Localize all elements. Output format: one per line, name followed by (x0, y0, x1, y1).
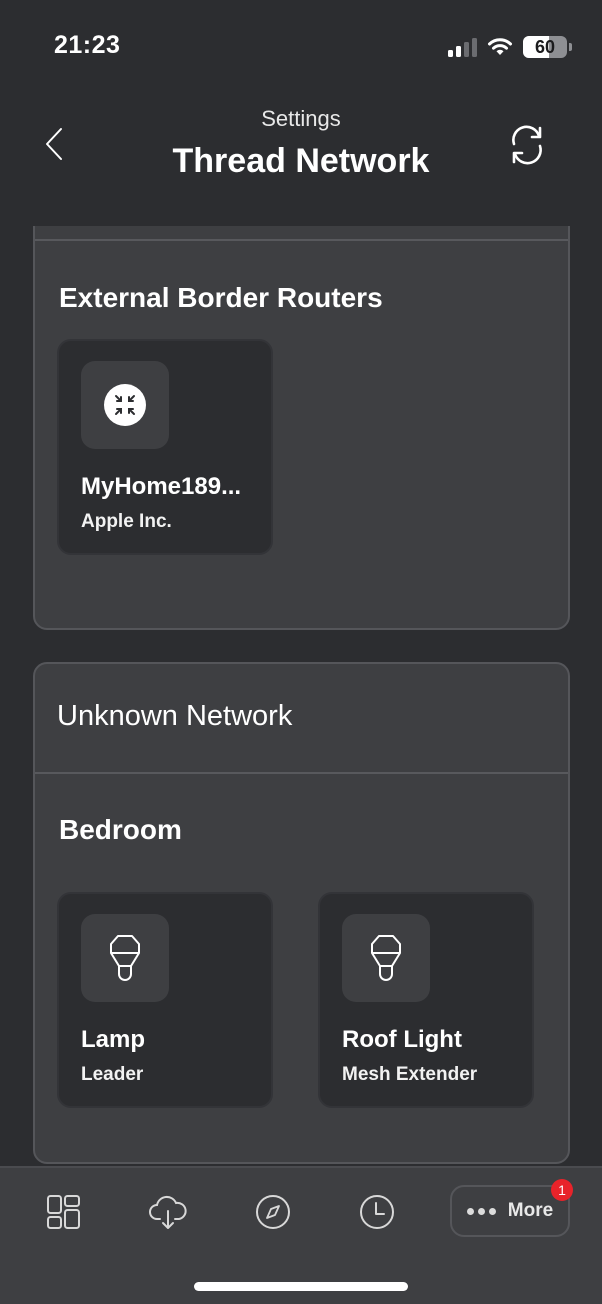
device-icon-box (81, 361, 169, 449)
network-card: Unknown Network Bedroom Lamp Leader Roof… (33, 662, 570, 1164)
home-indicator[interactable] (194, 1282, 408, 1291)
battery-level: 60 (534, 36, 556, 57)
device-card-roof-light[interactable]: Roof Light Mesh Extender (318, 892, 534, 1108)
nav-header: Settings Thread Network (0, 90, 602, 226)
device-name: Lamp (81, 1026, 146, 1053)
device-icon-box (342, 914, 430, 1002)
tab-history[interactable] (355, 1190, 399, 1234)
refresh-button[interactable] (504, 122, 550, 168)
tab-dashboard[interactable] (42, 1190, 86, 1234)
device-role: Apple Inc. (81, 511, 172, 532)
refresh-icon (512, 125, 542, 165)
compass-icon (256, 1195, 290, 1229)
status-icons: 60 (448, 36, 572, 58)
device-card-lamp[interactable]: Lamp Leader (57, 892, 273, 1108)
device-name: Roof Light (342, 1026, 462, 1053)
network-title: Unknown Network (57, 700, 293, 732)
divider (35, 239, 568, 241)
room-title: Bedroom (59, 814, 182, 845)
clock-icon (360, 1195, 394, 1229)
notification-badge: 1 (551, 1179, 573, 1201)
more-label: More (507, 1200, 554, 1221)
section-title: External Border Routers (59, 282, 383, 313)
wifi-icon (488, 38, 512, 55)
divider (35, 772, 568, 774)
device-role: Leader (81, 1064, 144, 1085)
more-button[interactable]: More 1 (450, 1179, 573, 1237)
more-dots-icon (466, 1207, 496, 1215)
cellular-signal-icon (448, 37, 477, 57)
scroll-content[interactable]: External Border Routers MyHome189... App… (0, 226, 602, 1166)
device-name: MyHome189... (81, 473, 242, 500)
border-router-icon (104, 384, 146, 426)
border-routers-card: External Border Routers MyHome189... App… (33, 226, 570, 630)
tab-cloud-download[interactable] (146, 1190, 190, 1234)
dashboard-icon (47, 1195, 80, 1229)
device-icon-box (81, 914, 169, 1002)
tab-explore[interactable] (251, 1190, 295, 1234)
bulb-icon (371, 935, 401, 981)
cloud-download-icon (149, 1195, 187, 1229)
bulb-icon (110, 935, 140, 981)
status-time: 21:23 (54, 31, 121, 59)
battery-icon: 60 (523, 36, 567, 58)
status-bar: 21:23 60 (0, 0, 602, 90)
device-card-border-router[interactable]: MyHome189... Apple Inc. (57, 339, 273, 555)
device-role: Mesh Extender (342, 1064, 478, 1085)
